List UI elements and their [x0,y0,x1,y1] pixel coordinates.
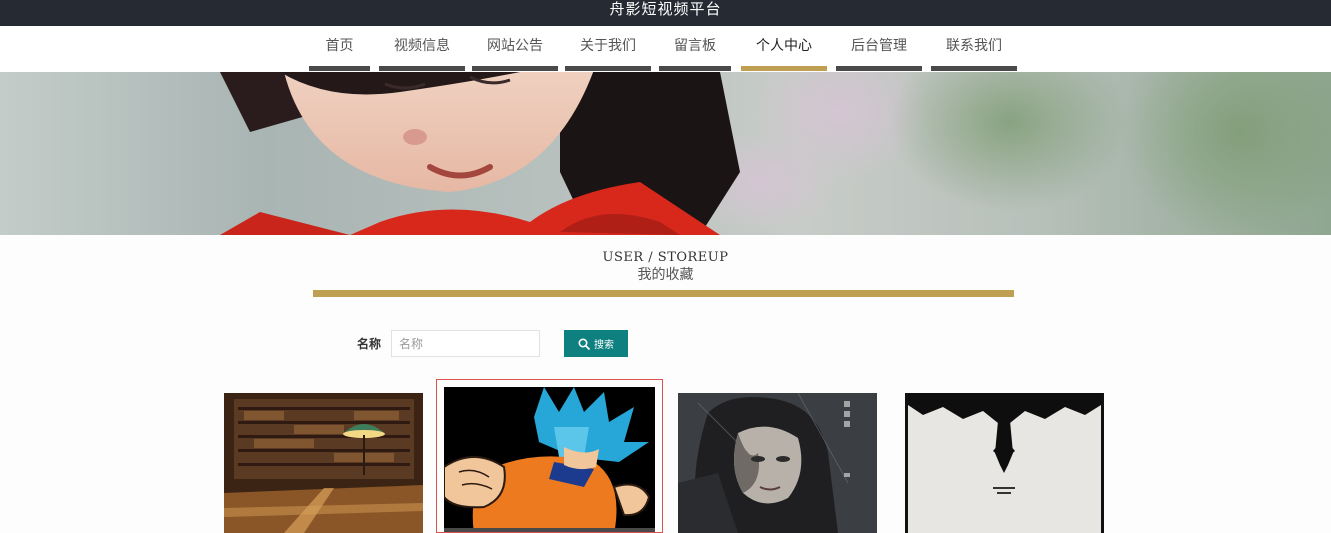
favorite-card-bat-poster[interactable] [905,393,1104,533]
favorite-thumbnail-anime [444,387,655,532]
search-button-label: 搜索 [594,340,614,351]
favorite-card-library[interactable] [224,393,423,533]
section-title-en: USER / STOREUP [602,250,729,265]
nav-personal-center[interactable]: 个人中心 [741,26,827,71]
nav-message-board[interactable]: 留言板 [659,26,731,71]
favorite-thumbnail-dark-portrait [678,393,877,533]
favorite-card-anime[interactable] [436,379,663,533]
nav-announcements[interactable]: 网站公告 [472,26,558,71]
nav-about-us-label: 关于我们 [580,38,636,54]
site-title: 舟影短视频平台 [609,0,722,18]
top-bar: 舟影短视频平台 [0,0,1331,26]
nav-personal-center-label: 个人中心 [756,38,812,54]
search-name-label: 名称 [357,337,382,351]
nav-about-us[interactable]: 关于我们 [565,26,651,71]
nav-contact-us-label: 联系我们 [946,38,1002,54]
nav-admin-label: 后台管理 [851,38,907,54]
favorite-card-dark-portrait[interactable] [678,393,877,533]
main-nav: 首页 视频信息 网站公告 关于我们 留言板 个人中心 后台管理 联系我们 [0,26,1331,72]
section-title-cn: 我的收藏 [637,267,694,283]
nav-home[interactable]: 首页 [309,26,370,71]
nav-home-label: 首页 [325,38,354,54]
search-icon [578,337,590,350]
nav-contact-us[interactable]: 联系我们 [931,26,1017,71]
favorite-thumbnail-bat-poster [905,393,1104,533]
search-button[interactable]: 搜索 [564,330,628,357]
section-divider [313,290,1014,297]
search-name-input[interactable] [391,330,540,357]
nav-admin[interactable]: 后台管理 [836,26,922,71]
banner-girl-image [220,72,1331,235]
nav-video-info-label: 视频信息 [394,38,450,54]
favorite-thumbnail-library [224,393,423,533]
section-heading: USER / STOREUP 我的收藏 [0,250,1331,284]
nav-video-info[interactable]: 视频信息 [379,26,465,71]
nav-announcements-label: 网站公告 [487,38,543,54]
hero-banner [0,72,1331,235]
nav-message-board-label: 留言板 [674,38,716,54]
